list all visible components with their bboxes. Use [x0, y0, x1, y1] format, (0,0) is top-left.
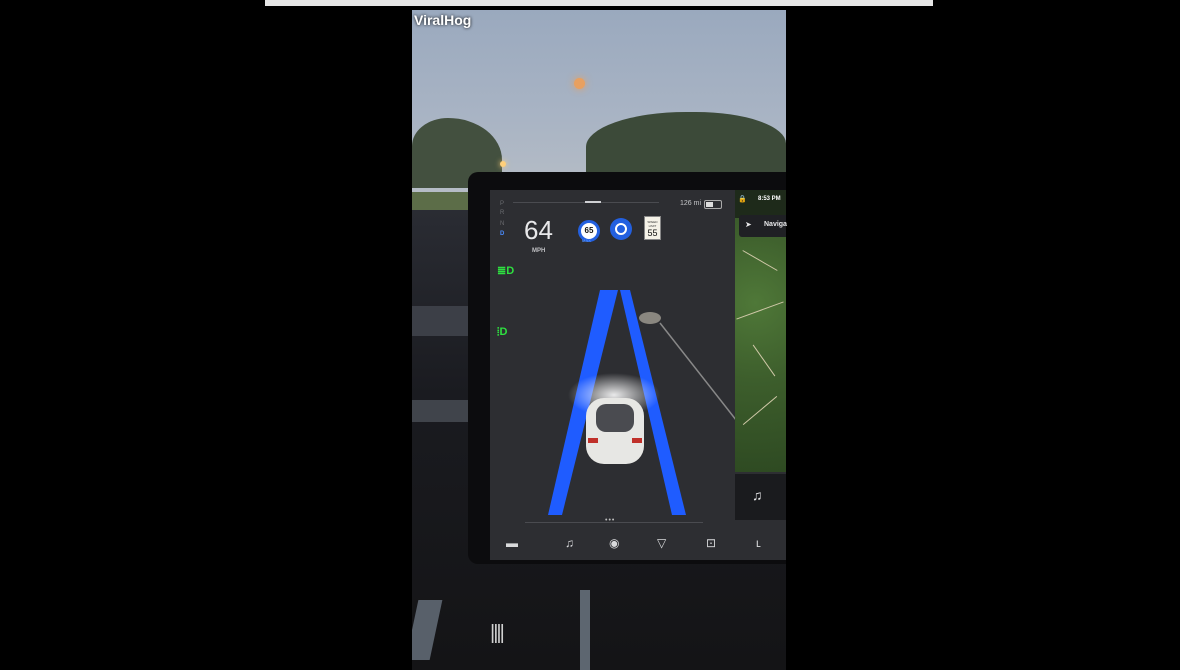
car-icon[interactable]: ▬ — [506, 536, 518, 550]
other-vehicle — [639, 312, 661, 324]
car-roof-icon — [596, 404, 634, 432]
car-taillight-right — [632, 438, 642, 443]
music-icon[interactable]: ♫ — [565, 536, 574, 550]
wiper-icon[interactable]: ▽ — [657, 536, 666, 550]
top-strip — [265, 0, 933, 6]
street-light — [500, 161, 506, 167]
camera-icon[interactable]: ◉ — [609, 536, 619, 550]
navigate-arrow-icon: ➤ — [745, 220, 752, 229]
car-taillight-left — [588, 438, 598, 443]
map-road — [742, 395, 778, 426]
road-edge — [659, 322, 741, 426]
console-stalk — [580, 590, 590, 670]
moon — [574, 78, 585, 89]
climate-icon[interactable]: ⊡ — [706, 536, 716, 550]
map-road — [742, 250, 778, 271]
phone-icon[interactable]: ʟ — [756, 536, 761, 550]
lock-icon[interactable]: 🔒 — [738, 195, 747, 203]
page-dots[interactable]: ••• — [605, 517, 615, 524]
music-note-icon[interactable]: ♫ — [752, 487, 763, 503]
watermark: ViralHog — [414, 12, 472, 28]
clock: 8:53 PM — [758, 196, 781, 202]
map-road — [752, 344, 776, 377]
map-road — [736, 301, 784, 320]
vent-icon: |||| — [490, 622, 505, 644]
navigate-label[interactable]: Naviga — [764, 221, 787, 228]
